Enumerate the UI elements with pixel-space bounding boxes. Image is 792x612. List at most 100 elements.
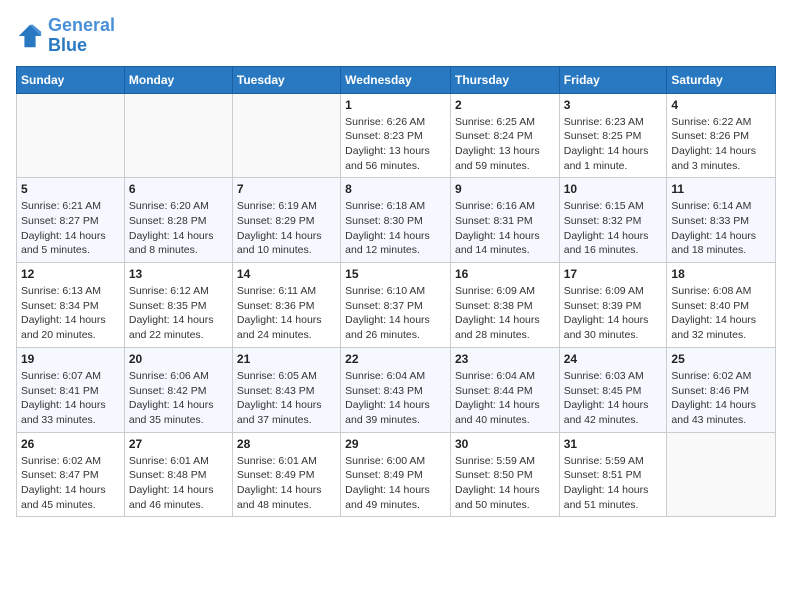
day-info: Sunrise: 6:04 AM Sunset: 8:44 PM Dayligh… bbox=[455, 369, 555, 428]
weekday-header: Friday bbox=[559, 66, 667, 93]
calendar-week-row: 19Sunrise: 6:07 AM Sunset: 8:41 PM Dayli… bbox=[17, 347, 776, 432]
day-info: Sunrise: 5:59 AM Sunset: 8:51 PM Dayligh… bbox=[564, 454, 663, 513]
calendar-cell: 7 Sunrise: 6:19 AM Sunset: 8:29 PM Daylig… bbox=[232, 178, 340, 263]
day-number: 3 bbox=[564, 98, 663, 112]
calendar-cell: 10Sunrise: 6:15 AM Sunset: 8:32 PM Dayli… bbox=[559, 178, 667, 263]
day-info: Sunrise: 6:11 AM Sunset: 8:36 PM Dayligh… bbox=[237, 284, 336, 343]
day-number: 18 bbox=[671, 267, 771, 281]
calendar-body: 1 Sunrise: 6:26 AM Sunset: 8:23 PM Daylig… bbox=[17, 93, 776, 517]
day-info: Sunrise: 6:02 AM Sunset: 8:46 PM Dayligh… bbox=[671, 369, 771, 428]
calendar-cell: 20Sunrise: 6:06 AM Sunset: 8:42 PM Dayli… bbox=[124, 347, 232, 432]
calendar-week-row: 5 Sunrise: 6:21 AM Sunset: 8:27 PM Daylig… bbox=[17, 178, 776, 263]
day-number: 29 bbox=[345, 437, 446, 451]
day-number: 7 bbox=[237, 182, 336, 196]
day-info: Sunrise: 5:59 AM Sunset: 8:50 PM Dayligh… bbox=[455, 454, 555, 513]
day-number: 24 bbox=[564, 352, 663, 366]
calendar-cell bbox=[232, 93, 340, 178]
day-info: Sunrise: 6:25 AM Sunset: 8:24 PM Dayligh… bbox=[455, 115, 555, 174]
day-info: Sunrise: 6:12 AM Sunset: 8:35 PM Dayligh… bbox=[129, 284, 228, 343]
day-number: 9 bbox=[455, 182, 555, 196]
calendar-cell bbox=[17, 93, 125, 178]
calendar-cell: 8 Sunrise: 6:18 AM Sunset: 8:30 PM Daylig… bbox=[341, 178, 451, 263]
day-number: 2 bbox=[455, 98, 555, 112]
calendar-cell: 13 Sunrise: 6:12 AM Sunset: 8:35 PM Dayli… bbox=[124, 263, 232, 348]
day-info: Sunrise: 6:16 AM Sunset: 8:31 PM Dayligh… bbox=[455, 199, 555, 258]
weekday-header: Thursday bbox=[450, 66, 559, 93]
day-info: Sunrise: 6:04 AM Sunset: 8:43 PM Dayligh… bbox=[345, 369, 446, 428]
calendar-cell: 31 Sunrise: 5:59 AM Sunset: 8:51 PM Dayli… bbox=[559, 432, 667, 517]
day-info: Sunrise: 6:14 AM Sunset: 8:33 PM Dayligh… bbox=[671, 199, 771, 258]
logo: General Blue bbox=[16, 16, 115, 56]
day-number: 12 bbox=[21, 267, 120, 281]
day-number: 27 bbox=[129, 437, 228, 451]
weekday-header: Tuesday bbox=[232, 66, 340, 93]
day-number: 5 bbox=[21, 182, 120, 196]
day-info: Sunrise: 6:18 AM Sunset: 8:30 PM Dayligh… bbox=[345, 199, 446, 258]
calendar-cell: 14 Sunrise: 6:11 AM Sunset: 8:36 PM Dayli… bbox=[232, 263, 340, 348]
day-number: 17 bbox=[564, 267, 663, 281]
day-info: Sunrise: 6:00 AM Sunset: 8:49 PM Dayligh… bbox=[345, 454, 446, 513]
weekday-header: Monday bbox=[124, 66, 232, 93]
logo-text: General Blue bbox=[48, 16, 115, 56]
calendar-cell: 2 Sunrise: 6:25 AM Sunset: 8:24 PM Daylig… bbox=[450, 93, 559, 178]
day-number: 22 bbox=[345, 352, 446, 366]
calendar-cell: 24 Sunrise: 6:03 AM Sunset: 8:45 PM Dayli… bbox=[559, 347, 667, 432]
calendar-cell: 25 Sunrise: 6:02 AM Sunset: 8:46 PM Dayli… bbox=[667, 347, 776, 432]
day-number: 28 bbox=[237, 437, 336, 451]
calendar-cell: 9 Sunrise: 6:16 AM Sunset: 8:31 PM Daylig… bbox=[450, 178, 559, 263]
calendar-cell: 6 Sunrise: 6:20 AM Sunset: 8:28 PM Daylig… bbox=[124, 178, 232, 263]
day-info: Sunrise: 6:20 AM Sunset: 8:28 PM Dayligh… bbox=[129, 199, 228, 258]
day-number: 25 bbox=[671, 352, 771, 366]
calendar-cell: 22 Sunrise: 6:04 AM Sunset: 8:43 PM Dayli… bbox=[341, 347, 451, 432]
day-number: 16 bbox=[455, 267, 555, 281]
day-info: Sunrise: 6:03 AM Sunset: 8:45 PM Dayligh… bbox=[564, 369, 663, 428]
weekday-header: Sunday bbox=[17, 66, 125, 93]
calendar-week-row: 26 Sunrise: 6:02 AM Sunset: 8:47 PM Dayli… bbox=[17, 432, 776, 517]
day-info: Sunrise: 6:01 AM Sunset: 8:49 PM Dayligh… bbox=[237, 454, 336, 513]
day-info: Sunrise: 6:05 AM Sunset: 8:43 PM Dayligh… bbox=[237, 369, 336, 428]
calendar-cell: 12 Sunrise: 6:13 AM Sunset: 8:34 PM Dayli… bbox=[17, 263, 125, 348]
calendar-cell: 4Sunrise: 6:22 AM Sunset: 8:26 PM Daylig… bbox=[667, 93, 776, 178]
day-number: 6 bbox=[129, 182, 228, 196]
calendar-cell: 21 Sunrise: 6:05 AM Sunset: 8:43 PM Dayli… bbox=[232, 347, 340, 432]
day-info: Sunrise: 6:06 AM Sunset: 8:42 PM Dayligh… bbox=[129, 369, 228, 428]
calendar-cell: 28 Sunrise: 6:01 AM Sunset: 8:49 PM Dayli… bbox=[232, 432, 340, 517]
day-number: 8 bbox=[345, 182, 446, 196]
day-number: 31 bbox=[564, 437, 663, 451]
calendar-cell: 30 Sunrise: 5:59 AM Sunset: 8:50 PM Dayli… bbox=[450, 432, 559, 517]
day-info: Sunrise: 6:19 AM Sunset: 8:29 PM Dayligh… bbox=[237, 199, 336, 258]
calendar-cell: 3Sunrise: 6:23 AM Sunset: 8:25 PM Daylig… bbox=[559, 93, 667, 178]
day-info: Sunrise: 6:07 AM Sunset: 8:41 PM Dayligh… bbox=[21, 369, 120, 428]
day-number: 4 bbox=[671, 98, 771, 112]
calendar-cell: 15 Sunrise: 6:10 AM Sunset: 8:37 PM Dayli… bbox=[341, 263, 451, 348]
day-info: Sunrise: 6:02 AM Sunset: 8:47 PM Dayligh… bbox=[21, 454, 120, 513]
weekday-header: Wednesday bbox=[341, 66, 451, 93]
calendar-week-row: 12 Sunrise: 6:13 AM Sunset: 8:34 PM Dayli… bbox=[17, 263, 776, 348]
day-info: Sunrise: 6:09 AM Sunset: 8:39 PM Dayligh… bbox=[564, 284, 663, 343]
day-info: Sunrise: 6:10 AM Sunset: 8:37 PM Dayligh… bbox=[345, 284, 446, 343]
day-info: Sunrise: 6:13 AM Sunset: 8:34 PM Dayligh… bbox=[21, 284, 120, 343]
page-header: General Blue bbox=[16, 16, 776, 56]
calendar-cell: 23 Sunrise: 6:04 AM Sunset: 8:44 PM Dayli… bbox=[450, 347, 559, 432]
day-number: 11 bbox=[671, 182, 771, 196]
calendar-cell: 19Sunrise: 6:07 AM Sunset: 8:41 PM Dayli… bbox=[17, 347, 125, 432]
calendar-cell: 16 Sunrise: 6:09 AM Sunset: 8:38 PM Dayli… bbox=[450, 263, 559, 348]
calendar-cell bbox=[124, 93, 232, 178]
day-info: Sunrise: 6:15 AM Sunset: 8:32 PM Dayligh… bbox=[564, 199, 663, 258]
day-number: 14 bbox=[237, 267, 336, 281]
day-info: Sunrise: 6:21 AM Sunset: 8:27 PM Dayligh… bbox=[21, 199, 120, 258]
day-number: 15 bbox=[345, 267, 446, 281]
day-number: 23 bbox=[455, 352, 555, 366]
day-number: 21 bbox=[237, 352, 336, 366]
calendar-header: SundayMondayTuesdayWednesdayThursdayFrid… bbox=[17, 66, 776, 93]
day-info: Sunrise: 6:26 AM Sunset: 8:23 PM Dayligh… bbox=[345, 115, 446, 174]
day-number: 26 bbox=[21, 437, 120, 451]
weekday-header: Saturday bbox=[667, 66, 776, 93]
header-row: SundayMondayTuesdayWednesdayThursdayFrid… bbox=[17, 66, 776, 93]
day-number: 30 bbox=[455, 437, 555, 451]
calendar-cell: 11 Sunrise: 6:14 AM Sunset: 8:33 PM Dayli… bbox=[667, 178, 776, 263]
day-number: 13 bbox=[129, 267, 228, 281]
day-info: Sunrise: 6:09 AM Sunset: 8:38 PM Dayligh… bbox=[455, 284, 555, 343]
day-number: 1 bbox=[345, 98, 446, 112]
calendar-cell: 29 Sunrise: 6:00 AM Sunset: 8:49 PM Dayli… bbox=[341, 432, 451, 517]
